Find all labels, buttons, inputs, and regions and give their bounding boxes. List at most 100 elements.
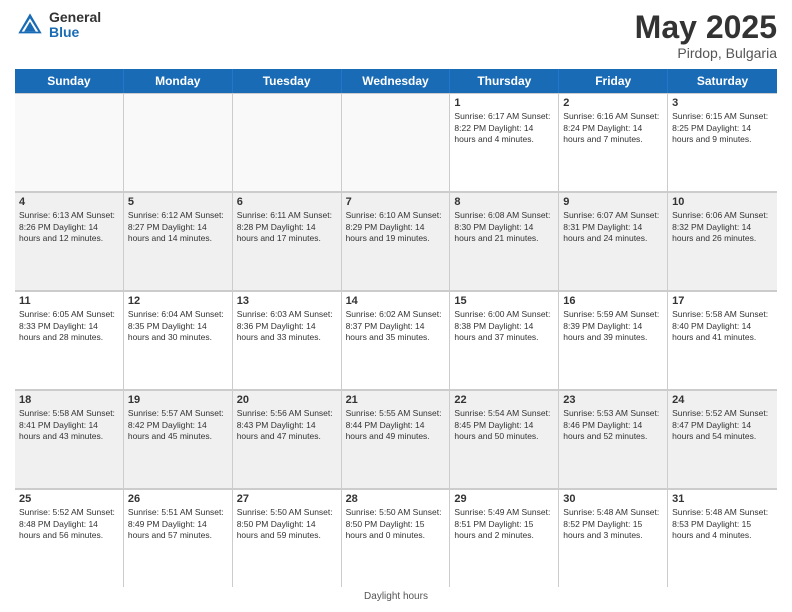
calendar-cell: 1Sunrise: 6:17 AM Sunset: 8:22 PM Daylig…	[450, 93, 559, 191]
calendar-cell: 14 Sunrise: 6:02 AM Sunset: 8:37 PM Dayli…	[342, 291, 451, 389]
calendar-cell: 28Sunrise: 5:50 AM Sunset: 8:50 PM Dayli…	[342, 489, 451, 587]
calendar-cell: 21Sunrise: 5:55 AM Sunset: 8:44 PM Dayli…	[342, 390, 451, 488]
cell-text: Sunrise: 5:58 AM Sunset: 8:40 PM Dayligh…	[672, 309, 773, 343]
cell-text: Sunrise: 5:56 AM Sunset: 8:43 PM Dayligh…	[237, 408, 337, 442]
calendar-cell: 11 Sunrise: 6:05 AM Sunset: 8:33 PM Dayli…	[15, 291, 124, 389]
calendar-row: 25Sunrise: 5:52 AM Sunset: 8:48 PM Dayli…	[15, 489, 777, 587]
weekday-header: Sunday	[15, 69, 124, 93]
calendar-cell: 23 Sunrise: 5:53 AM Sunset: 8:46 PM Dayli…	[559, 390, 668, 488]
day-number: 18	[19, 394, 119, 406]
cell-text: Sunrise: 5:48 AM Sunset: 8:52 PM Dayligh…	[563, 507, 663, 541]
weekday-header: Wednesday	[342, 69, 451, 93]
calendar-row: 11 Sunrise: 6:05 AM Sunset: 8:33 PM Dayli…	[15, 291, 777, 390]
calendar-cell: 6 Sunrise: 6:11 AM Sunset: 8:28 PM Daylig…	[233, 192, 342, 290]
calendar-cell: 26 Sunrise: 5:51 AM Sunset: 8:49 PM Dayli…	[124, 489, 233, 587]
day-number: 29	[454, 493, 554, 505]
cell-text: Sunrise: 6:15 AM Sunset: 8:25 PM Dayligh…	[672, 111, 773, 145]
cell-text: Sunrise: 6:17 AM Sunset: 8:22 PM Dayligh…	[454, 111, 554, 145]
cell-text: Sunrise: 6:02 AM Sunset: 8:37 PM Dayligh…	[346, 309, 446, 343]
day-number: 11	[19, 295, 119, 307]
calendar-cell: 24Sunrise: 5:52 AM Sunset: 8:47 PM Dayli…	[668, 390, 777, 488]
calendar-cell: 19Sunrise: 5:57 AM Sunset: 8:42 PM Dayli…	[124, 390, 233, 488]
cell-text: Sunrise: 6:08 AM Sunset: 8:30 PM Dayligh…	[454, 210, 554, 244]
cell-text: Sunrise: 5:49 AM Sunset: 8:51 PM Dayligh…	[454, 507, 554, 541]
day-number: 14	[346, 295, 446, 307]
calendar-cell: 4Sunrise: 6:13 AM Sunset: 8:26 PM Daylig…	[15, 192, 124, 290]
day-number: 23	[563, 394, 663, 406]
location: Pirdop, Bulgaria	[635, 45, 777, 61]
cell-text: Sunrise: 6:05 AM Sunset: 8:33 PM Dayligh…	[19, 309, 119, 343]
day-number: 5	[128, 196, 228, 208]
calendar-cell: 15Sunrise: 6:00 AM Sunset: 8:38 PM Dayli…	[450, 291, 559, 389]
cell-text: Sunrise: 5:59 AM Sunset: 8:39 PM Dayligh…	[563, 309, 663, 343]
day-number: 6	[237, 196, 337, 208]
day-number: 13	[237, 295, 337, 307]
calendar-cell: 5 Sunrise: 6:12 AM Sunset: 8:27 PM Daylig…	[124, 192, 233, 290]
cell-text: Sunrise: 5:53 AM Sunset: 8:46 PM Dayligh…	[563, 408, 663, 442]
calendar-cell: 13 Sunrise: 6:03 AM Sunset: 8:36 PM Dayli…	[233, 291, 342, 389]
calendar-header: SundayMondayTuesdayWednesdayThursdayFrid…	[15, 69, 777, 93]
calendar-cell: 18 Sunrise: 5:58 AM Sunset: 8:41 PM Dayli…	[15, 390, 124, 488]
day-number: 19	[128, 394, 228, 406]
logo-general-text: General	[49, 10, 101, 25]
calendar-cell: 29 Sunrise: 5:49 AM Sunset: 8:51 PM Dayli…	[450, 489, 559, 587]
day-number: 30	[563, 493, 663, 505]
cell-text: Sunrise: 6:06 AM Sunset: 8:32 PM Dayligh…	[672, 210, 773, 244]
cell-text: Sunrise: 5:50 AM Sunset: 8:50 PM Dayligh…	[346, 507, 446, 541]
day-number: 2	[563, 97, 663, 109]
logo-icon	[15, 10, 45, 40]
calendar-row: 18 Sunrise: 5:58 AM Sunset: 8:41 PM Dayli…	[15, 390, 777, 489]
calendar-cell: 25Sunrise: 5:52 AM Sunset: 8:48 PM Dayli…	[15, 489, 124, 587]
calendar: SundayMondayTuesdayWednesdayThursdayFrid…	[15, 69, 777, 587]
weekday-header: Thursday	[450, 69, 559, 93]
empty-cell	[342, 93, 451, 191]
calendar-cell: 30 Sunrise: 5:48 AM Sunset: 8:52 PM Dayli…	[559, 489, 668, 587]
day-number: 7	[346, 196, 446, 208]
cell-text: Sunrise: 5:58 AM Sunset: 8:41 PM Dayligh…	[19, 408, 119, 442]
cell-text: Sunrise: 6:07 AM Sunset: 8:31 PM Dayligh…	[563, 210, 663, 244]
cell-text: Sunrise: 5:50 AM Sunset: 8:50 PM Dayligh…	[237, 507, 337, 541]
day-number: 24	[672, 394, 773, 406]
calendar-cell: 20 Sunrise: 5:56 AM Sunset: 8:43 PM Dayli…	[233, 390, 342, 488]
empty-cell	[15, 93, 124, 191]
day-number: 20	[237, 394, 337, 406]
day-number: 10	[672, 196, 773, 208]
cell-text: Sunrise: 6:00 AM Sunset: 8:38 PM Dayligh…	[454, 309, 554, 343]
cell-text: Sunrise: 6:10 AM Sunset: 8:29 PM Dayligh…	[346, 210, 446, 244]
day-number: 17	[672, 295, 773, 307]
weekday-header: Tuesday	[233, 69, 342, 93]
day-number: 27	[237, 493, 337, 505]
logo: General Blue	[15, 10, 101, 41]
day-number: 12	[128, 295, 228, 307]
day-number: 26	[128, 493, 228, 505]
cell-text: Sunrise: 6:12 AM Sunset: 8:27 PM Dayligh…	[128, 210, 228, 244]
logo-blue-text: Blue	[49, 25, 101, 40]
calendar-cell: 31 Sunrise: 5:48 AM Sunset: 8:53 PM Dayli…	[668, 489, 777, 587]
title-section: May 2025 Pirdop, Bulgaria	[635, 10, 777, 61]
calendar-cell: 16 Sunrise: 5:59 AM Sunset: 8:39 PM Dayli…	[559, 291, 668, 389]
cell-text: Sunrise: 5:48 AM Sunset: 8:53 PM Dayligh…	[672, 507, 773, 541]
calendar-cell: 3 Sunrise: 6:15 AM Sunset: 8:25 PM Daylig…	[668, 93, 777, 191]
footer-note: Daylight hours	[15, 591, 777, 602]
day-number: 16	[563, 295, 663, 307]
header: General Blue May 2025 Pirdop, Bulgaria	[15, 10, 777, 61]
cell-text: Sunrise: 6:03 AM Sunset: 8:36 PM Dayligh…	[237, 309, 337, 343]
cell-text: Sunrise: 6:11 AM Sunset: 8:28 PM Dayligh…	[237, 210, 337, 244]
cell-text: Sunrise: 5:51 AM Sunset: 8:49 PM Dayligh…	[128, 507, 228, 541]
calendar-cell: 27 Sunrise: 5:50 AM Sunset: 8:50 PM Dayli…	[233, 489, 342, 587]
day-number: 31	[672, 493, 773, 505]
calendar-row: 1Sunrise: 6:17 AM Sunset: 8:22 PM Daylig…	[15, 93, 777, 192]
empty-cell	[233, 93, 342, 191]
empty-cell	[124, 93, 233, 191]
logo-text: General Blue	[49, 10, 101, 41]
cell-text: Sunrise: 6:04 AM Sunset: 8:35 PM Dayligh…	[128, 309, 228, 343]
cell-text: Sunrise: 5:54 AM Sunset: 8:45 PM Dayligh…	[454, 408, 554, 442]
day-number: 3	[672, 97, 773, 109]
day-number: 4	[19, 196, 119, 208]
calendar-cell: 7 Sunrise: 6:10 AM Sunset: 8:29 PM Daylig…	[342, 192, 451, 290]
calendar-cell: 9Sunrise: 6:07 AM Sunset: 8:31 PM Daylig…	[559, 192, 668, 290]
calendar-cell: 10 Sunrise: 6:06 AM Sunset: 8:32 PM Dayli…	[668, 192, 777, 290]
calendar-cell: 8Sunrise: 6:08 AM Sunset: 8:30 PM Daylig…	[450, 192, 559, 290]
day-number: 22	[454, 394, 554, 406]
day-number: 25	[19, 493, 119, 505]
